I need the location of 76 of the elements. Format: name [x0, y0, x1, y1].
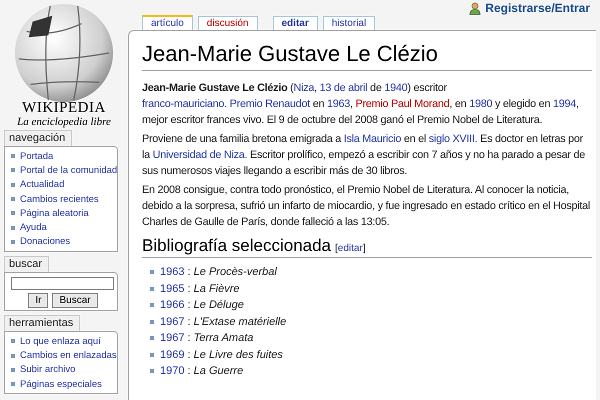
puzzle-globe-logo[interactable]	[12, 2, 116, 104]
sidebar-link[interactable]: Cambios recientes	[20, 194, 99, 205]
search-button[interactable]: Ir	[28, 293, 48, 308]
sidebar-link[interactable]: Página aleatoria	[20, 208, 89, 219]
article-link[interactable]: Niza	[294, 82, 314, 94]
article-paragraph: Proviene de una familia bretona emigrada a Isla Mauricio en el siglo XVIII. Es doctor en letras por la Universidad de Niza. Escritor prolífico, empezó a escribir con 7 años y no ha parado a pesar de sus numerosos viajes llegando a escribir más de 30 libros.	[142, 132, 586, 179]
sidebar-heading: navegación	[4, 130, 72, 146]
sidebar-link[interactable]: Donaciones	[20, 236, 70, 248]
article-link[interactable]: 1963	[326, 98, 350, 110]
year-link[interactable]: 1967	[160, 332, 184, 344]
article-link[interactable]: franco-mauriciano.	[142, 98, 230, 110]
article-link[interactable]: 1994	[552, 98, 576, 110]
bullet-icon	[11, 382, 15, 386]
bullet-icon	[150, 320, 154, 324]
article-link[interactable]: Premio Renaudot	[230, 98, 310, 110]
article-title: Jean-Marie Gustave Le Clézio	[142, 41, 592, 71]
sidebar-link[interactable]: Portal de la comunidad	[20, 164, 118, 176]
page-tab[interactable]: discusión	[198, 16, 258, 30]
year-link[interactable]: 1965	[160, 282, 184, 295]
bullet-icon	[11, 240, 15, 244]
bibliography-entry: 1966 : Le Déluge	[160, 299, 244, 312]
year-link[interactable]: 1967	[160, 316, 184, 328]
page-tab[interactable]: artículo	[142, 15, 193, 30]
sidebar-link[interactable]: Cambios en enlazadas	[20, 350, 117, 362]
article-paragraph: Jean-Marie Gustave Le Clézio (Niza, 13 de abril de 1940) escritor franco-mauriciano. Premio Renaudot en 1963, Premio Paul Morand, en 1980 y elegido en 1994, mejor escritor frances vivo. El 9 de octubre del 2008 ganó el Premio Nobel de Literatura.	[142, 81, 580, 128]
section-heading: Bibliografía seleccionada	[142, 236, 332, 256]
bibliography-entry: 1967 : L'Extase matérielle	[160, 316, 286, 328]
bibliography-entry: 1967 : Terra Amata	[160, 332, 254, 344]
article-paragraph: En 2008 consigue, contra todo pronóstico, el Premio Nobel de Literatura. Al conocer la noticia, debido a la sorpresa, sufrió un infarto de miocardio, y fue ingresado en estado crítico en el Hospital Charles de Gaulle de París, donde falleció a las 13:05.	[142, 183, 592, 230]
edit-section-link[interactable]: [editar]	[335, 243, 366, 254]
bibliography-entry: 1965 : La Fièvre	[160, 282, 240, 295]
search-button[interactable]: Buscar	[52, 293, 98, 308]
sidebar-link[interactable]: Lo que enlaza aquí	[20, 336, 101, 347]
sidebar-link[interactable]: Actualidad	[20, 179, 64, 190]
bullet-icon	[150, 303, 154, 308]
bullet-icon	[11, 211, 15, 216]
year-link[interactable]: 1963	[160, 266, 184, 278]
login-link[interactable]: Registrarse/Entrar	[485, 1, 590, 15]
wikipedia-wordmark: WIKIPEDIA	[22, 100, 106, 116]
article-link[interactable]: 1980	[469, 98, 492, 110]
sidebar-heading: buscar	[4, 256, 50, 272]
bullet-icon	[11, 354, 15, 358]
page-tab[interactable]: editar	[272, 16, 318, 30]
sidebar-link[interactable]: Ayuda	[20, 222, 47, 234]
year-link[interactable]: 1970	[160, 365, 184, 378]
sidebar-link[interactable]: Páginas especiales	[20, 378, 102, 390]
article-link[interactable]: siglo XVIII.	[428, 133, 478, 145]
sidebar-heading: herramientas	[4, 315, 80, 332]
sidebar-link[interactable]: Portada	[20, 150, 54, 162]
article-link[interactable]: Premio Paul Morand	[356, 98, 450, 110]
bullet-icon	[11, 154, 15, 158]
bullet-icon	[11, 368, 15, 372]
search-field[interactable]	[11, 277, 114, 290]
article-link[interactable]: 13 de abril	[320, 82, 368, 94]
bullet-icon	[11, 197, 15, 202]
bibliography-entry: 1963 : Le Procès-verbal	[160, 266, 277, 278]
bibliography-entry: 1969 : Le Livre des fuites	[160, 348, 283, 361]
article-link[interactable]: Universidad de Niza.	[152, 149, 248, 161]
bullet-icon	[150, 352, 154, 357]
bullet-icon	[150, 369, 154, 374]
bullet-icon	[11, 182, 15, 187]
article-link[interactable]: 1940	[384, 82, 408, 94]
bullet-icon	[11, 339, 15, 344]
bullet-icon	[150, 270, 154, 274]
article-link[interactable]: Isla Mauricio	[344, 133, 402, 145]
wikipedia-tagline: La enciclopedia libre	[17, 116, 111, 128]
bullet-icon	[11, 226, 15, 230]
sidebar-link[interactable]: Subir archivo	[20, 364, 76, 376]
page-tab[interactable]: historial	[322, 16, 376, 30]
bullet-icon	[150, 286, 154, 291]
year-link[interactable]: 1966	[160, 299, 184, 312]
user-icon	[469, 2, 482, 14]
year-link[interactable]: 1969	[160, 348, 184, 361]
bullet-icon	[11, 168, 15, 172]
bibliography-entry: 1970 : La Guerre	[160, 365, 244, 378]
bullet-icon	[150, 336, 154, 340]
